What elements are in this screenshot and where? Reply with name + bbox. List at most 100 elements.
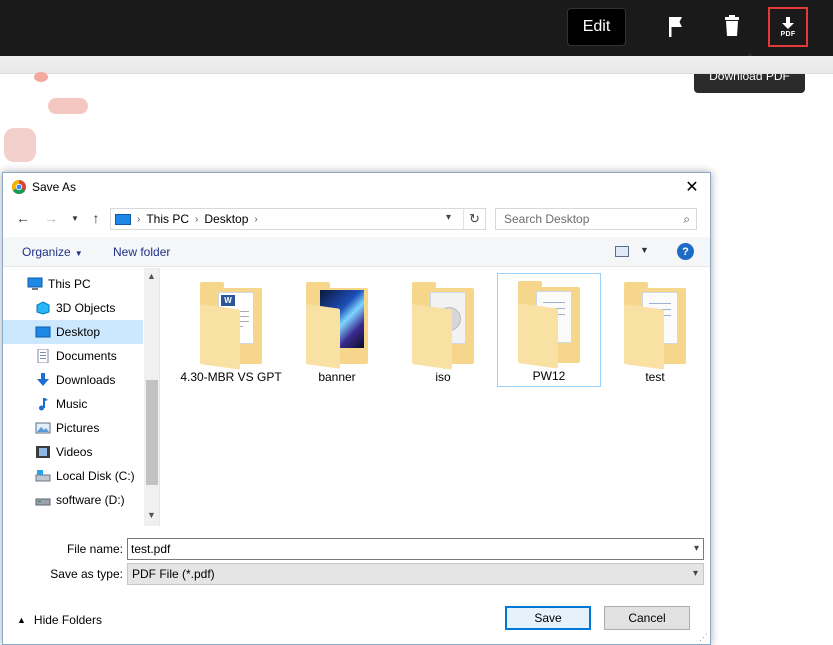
file-list: W 4.30-MBR VS GPT banner	[161, 268, 710, 526]
folder-name: test	[645, 370, 664, 384]
sidebar-item-3d-objects[interactable]: 3D Objects	[3, 296, 143, 320]
navigation-pane: This PC 3D Objects Desktop Documents Dow…	[3, 268, 160, 526]
folder-image-icon	[306, 282, 368, 364]
breadcrumb-separator-icon[interactable]: ›	[137, 214, 140, 225]
documents-icon	[35, 349, 51, 363]
sidebar-item-label: This PC	[48, 277, 91, 291]
trash-icon[interactable]	[720, 13, 744, 39]
film-icon	[35, 445, 51, 459]
sidebar-item-local-disk-c[interactable]: Local Disk (C:)	[3, 464, 143, 488]
recent-locations-chevron-icon[interactable]: ▼	[67, 210, 83, 226]
up-arrow-icon[interactable]: ↑	[88, 210, 104, 226]
save-as-type-value: PDF File (*.pdf)	[132, 567, 215, 581]
flag-icon[interactable]	[664, 14, 688, 40]
chevron-down-icon[interactable]: ▼	[147, 510, 156, 520]
edit-button[interactable]: Edit	[567, 8, 626, 46]
help-icon[interactable]: ?	[677, 243, 694, 260]
breadcrumb-separator-icon[interactable]: ›	[254, 214, 257, 225]
sidebar-item-software-d[interactable]: software (D:)	[3, 488, 143, 512]
chevron-up-icon[interactable]: ▲	[147, 271, 156, 281]
chevron-down-icon[interactable]: ▾	[446, 212, 451, 223]
download-pdf-button[interactable]: PDF	[768, 7, 808, 47]
sidebar-scrollbar[interactable]: ▲ ▼	[144, 268, 160, 526]
refresh-icon[interactable]: ↻	[463, 209, 485, 229]
command-bar: Organize ▼ New folder ▼ ?	[3, 237, 710, 267]
file-name-label: File name:	[43, 542, 123, 556]
save-as-type-select[interactable]: PDF File (*.pdf) ▾	[127, 563, 704, 585]
folder-item[interactable]: iso	[391, 274, 495, 388]
save-button[interactable]: Save	[505, 606, 591, 630]
sidebar-item-documents[interactable]: Documents	[3, 344, 143, 368]
pdf-label: PDF	[781, 31, 796, 38]
pc-icon	[27, 277, 43, 291]
hide-folders-label: Hide Folders	[34, 613, 102, 627]
folder-name: 4.30-MBR VS GPT	[180, 370, 281, 384]
organize-label: Organize	[22, 245, 71, 259]
background-decoration	[34, 72, 48, 82]
page-header-strip	[0, 56, 833, 74]
sidebar-item-label: Videos	[56, 445, 92, 459]
background-decoration	[48, 98, 88, 114]
chevron-down-icon: ▾	[693, 568, 698, 579]
search-input[interactable]	[496, 209, 666, 229]
sidebar-item-videos[interactable]: Videos	[3, 440, 143, 464]
sidebar-item-label: software (D:)	[56, 493, 125, 507]
sidebar-item-music[interactable]: Music	[3, 392, 143, 416]
folder-name: banner	[318, 370, 355, 384]
folder-word-doc-icon: W	[200, 282, 262, 364]
chevron-up-icon: ▲	[17, 615, 26, 625]
desktop-icon	[35, 325, 51, 339]
folder-item[interactable]: PW12	[497, 273, 601, 387]
top-toolbar: Edit PDF	[0, 0, 833, 56]
sidebar-item-label: Desktop	[56, 325, 100, 339]
file-name-input[interactable]	[128, 539, 678, 559]
folder-docs-icon	[624, 282, 686, 364]
drive-icon	[35, 493, 51, 507]
close-icon[interactable]: ✕	[681, 176, 703, 198]
chevron-down-icon: ▼	[75, 249, 83, 258]
dialog-titlebar: Save As ✕	[3, 173, 710, 201]
sidebar-item-label: Downloads	[56, 373, 115, 387]
folder-docs-icon	[518, 281, 580, 363]
search-box[interactable]: ⌕	[495, 208, 697, 230]
folder-item[interactable]: test	[603, 274, 707, 388]
folder-item[interactable]: banner	[285, 274, 389, 388]
search-icon[interactable]: ⌕	[683, 212, 690, 227]
back-arrow-icon[interactable]: ←	[15, 210, 31, 226]
cancel-button[interactable]: Cancel	[604, 606, 690, 630]
disk-icon	[35, 469, 51, 483]
background-decoration	[4, 128, 36, 162]
download-arrow-icon	[35, 373, 51, 387]
folder-name: iso	[435, 370, 450, 384]
forward-arrow-icon[interactable]: →	[43, 210, 59, 226]
organize-button[interactable]: Organize ▼	[22, 245, 83, 259]
sidebar-item-this-pc[interactable]: This PC	[3, 272, 143, 296]
pictures-icon	[35, 421, 51, 435]
music-note-icon	[35, 397, 51, 411]
sidebar-item-label: Local Disk (C:)	[56, 469, 135, 483]
folder-item[interactable]: W 4.30-MBR VS GPT	[179, 274, 283, 388]
sidebar-item-label: Documents	[56, 349, 117, 363]
sidebar-item-desktop[interactable]: Desktop	[3, 320, 143, 344]
breadcrumb-this-pc[interactable]: This PC	[146, 212, 189, 226]
sidebar-item-pictures[interactable]: Pictures	[3, 416, 143, 440]
dialog-title: Save As	[32, 180, 76, 194]
pc-icon	[115, 214, 131, 225]
chevron-down-icon[interactable]: ▼	[640, 245, 649, 255]
cube-icon	[35, 301, 51, 315]
chevron-down-icon[interactable]: ▾	[694, 543, 699, 554]
hide-folders-button[interactable]: ▲ Hide Folders	[17, 613, 102, 627]
resize-grip-icon[interactable]: ⋰	[699, 632, 709, 642]
address-bar[interactable]: › This PC › Desktop › ▾ ↻	[110, 208, 486, 230]
sidebar-item-label: 3D Objects	[56, 301, 115, 315]
scrollbar-thumb[interactable]	[146, 380, 158, 485]
folder-name: PW12	[533, 369, 566, 383]
breadcrumb-separator-icon[interactable]: ›	[195, 214, 198, 225]
file-name-field[interactable]: ▾	[127, 538, 704, 560]
sidebar-item-label: Pictures	[56, 421, 99, 435]
view-options-icon[interactable]	[615, 246, 629, 257]
breadcrumb-desktop[interactable]: Desktop	[204, 212, 248, 226]
sidebar-item-downloads[interactable]: Downloads	[3, 368, 143, 392]
new-folder-button[interactable]: New folder	[113, 245, 170, 259]
save-as-dialog: Save As ✕ ← → ▼ ↑ › This PC › Desktop › …	[2, 172, 711, 645]
